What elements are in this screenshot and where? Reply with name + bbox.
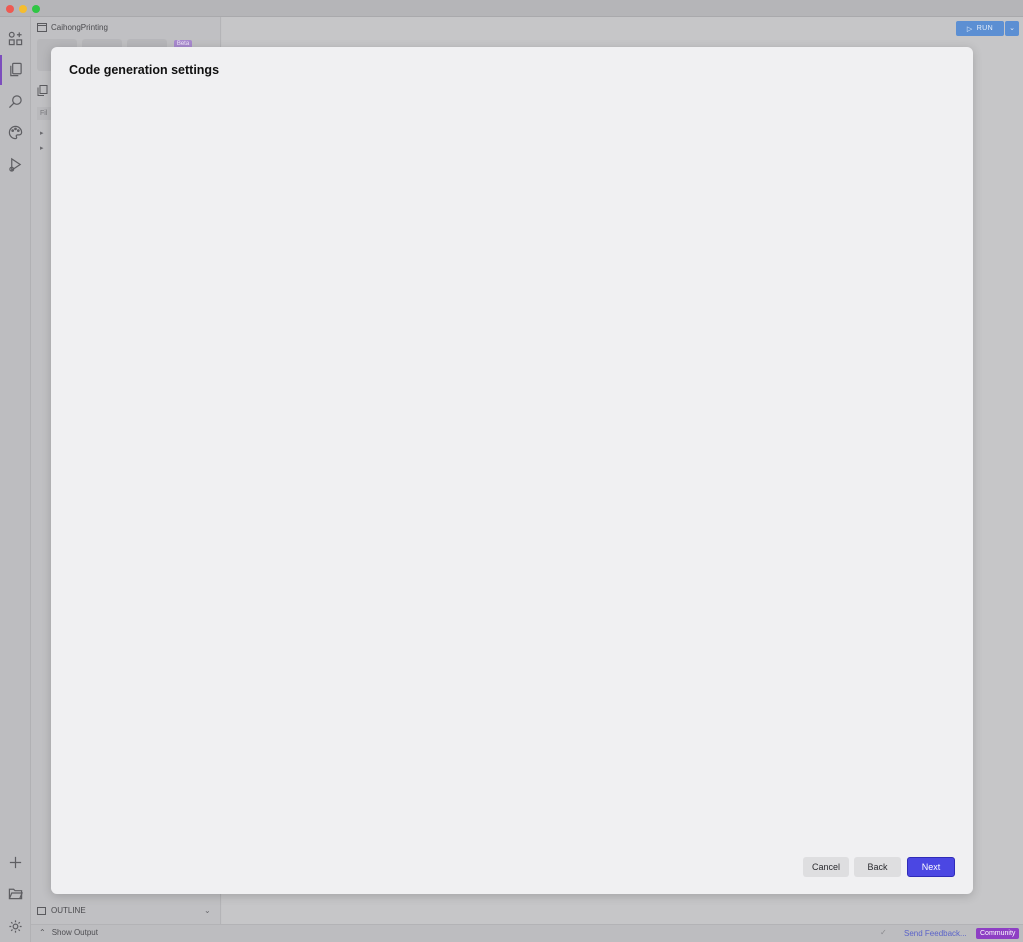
project-name: CaihongPrinting	[51, 23, 108, 32]
activity-bar	[0, 17, 31, 942]
run-button[interactable]: ▷ RUN	[956, 21, 1004, 36]
plus-icon[interactable]	[7, 854, 24, 871]
play-icon: ▷	[966, 25, 973, 33]
files-icon[interactable]	[7, 61, 24, 78]
show-output-label: Show Output	[51, 928, 98, 937]
palette-icon[interactable]	[7, 124, 24, 141]
folder-open-icon[interactable]	[7, 885, 24, 902]
window-close-button[interactable]	[6, 5, 14, 13]
outline-icon	[37, 906, 46, 915]
community-badge[interactable]: Community	[976, 928, 1020, 939]
dialog-title: Code generation settings	[69, 63, 220, 77]
cancel-button[interactable]: Cancel	[803, 857, 849, 877]
chevron-down-icon[interactable]: ⌄	[204, 906, 211, 915]
window-icon	[37, 23, 47, 32]
active-indicator	[0, 55, 2, 85]
status-bar: ⌃ Show Output ✓ Send Feedback... Communi…	[31, 924, 1023, 942]
send-feedback-link[interactable]: Send Feedback...	[904, 929, 967, 938]
back-button[interactable]: Back	[854, 857, 901, 877]
add-shapes-icon[interactable]	[7, 30, 24, 47]
search-icon[interactable]	[7, 93, 24, 110]
outline-header[interactable]: OUTLINE	[37, 906, 86, 915]
copy-icon[interactable]	[37, 83, 48, 101]
window-titlebar	[0, 0, 1023, 17]
gear-icon[interactable]	[7, 918, 24, 935]
code-generation-dialog: Code generation settings Cancel Back Nex…	[51, 47, 973, 894]
window-maximize-button[interactable]	[32, 5, 40, 13]
chevron-up-icon: ⌃	[39, 928, 46, 937]
run-options-dropdown[interactable]: ⌄	[1005, 21, 1019, 36]
run-debug-icon[interactable]	[7, 156, 24, 173]
outline-label: OUTLINE	[51, 906, 86, 915]
check-icon: ✓	[880, 928, 887, 937]
show-output-toggle[interactable]: ⌃ Show Output	[39, 928, 98, 937]
run-label: RUN	[976, 25, 994, 32]
tree-expand-icon[interactable]: ▸	[40, 144, 44, 152]
tree-expand-icon[interactable]: ▸	[40, 129, 44, 137]
next-button[interactable]: Next	[907, 857, 955, 877]
window-minimize-button[interactable]	[19, 5, 27, 13]
project-header[interactable]: CaihongPrinting	[37, 23, 108, 32]
